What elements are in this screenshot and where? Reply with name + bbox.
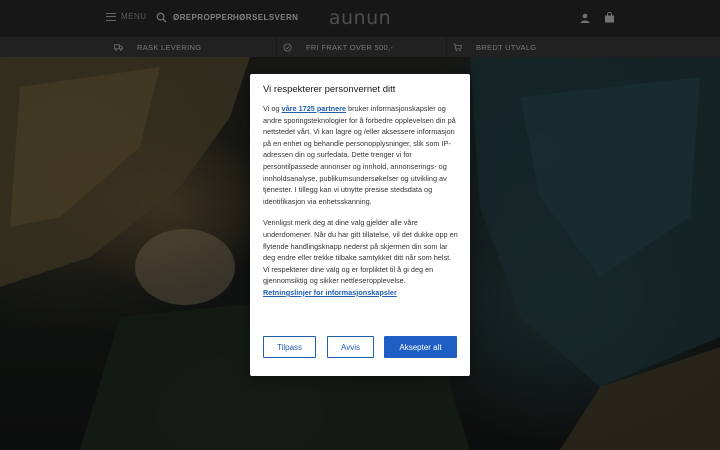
accept-all-button[interactable]: Aksepter alt — [384, 336, 457, 358]
partners-link[interactable]: våre 1725 partnere — [282, 104, 347, 113]
dialog-body: Vi og våre 1725 partnere bruker informas… — [263, 103, 459, 299]
cookie-policy-link[interactable]: Retningslinjer for informasjonskapsler — [263, 287, 459, 299]
consent-paragraph-2: Vennligst merk deg at dine valg gjelder … — [263, 218, 458, 286]
dialog-title: Vi respekterer personvernet ditt — [263, 84, 396, 95]
paragraph-text: Vi og — [263, 104, 282, 113]
customize-button[interactable]: Tilpass — [263, 336, 316, 358]
cookie-consent-dialog: Vi respekterer personvernet ditt Vi og v… — [250, 74, 470, 376]
reject-button[interactable]: Avvis — [327, 336, 374, 358]
paragraph-text: bruker informasjonskapsler og andre spor… — [263, 104, 456, 206]
consent-paragraph-1: Vi og våre 1725 partnere bruker informas… — [263, 103, 459, 207]
